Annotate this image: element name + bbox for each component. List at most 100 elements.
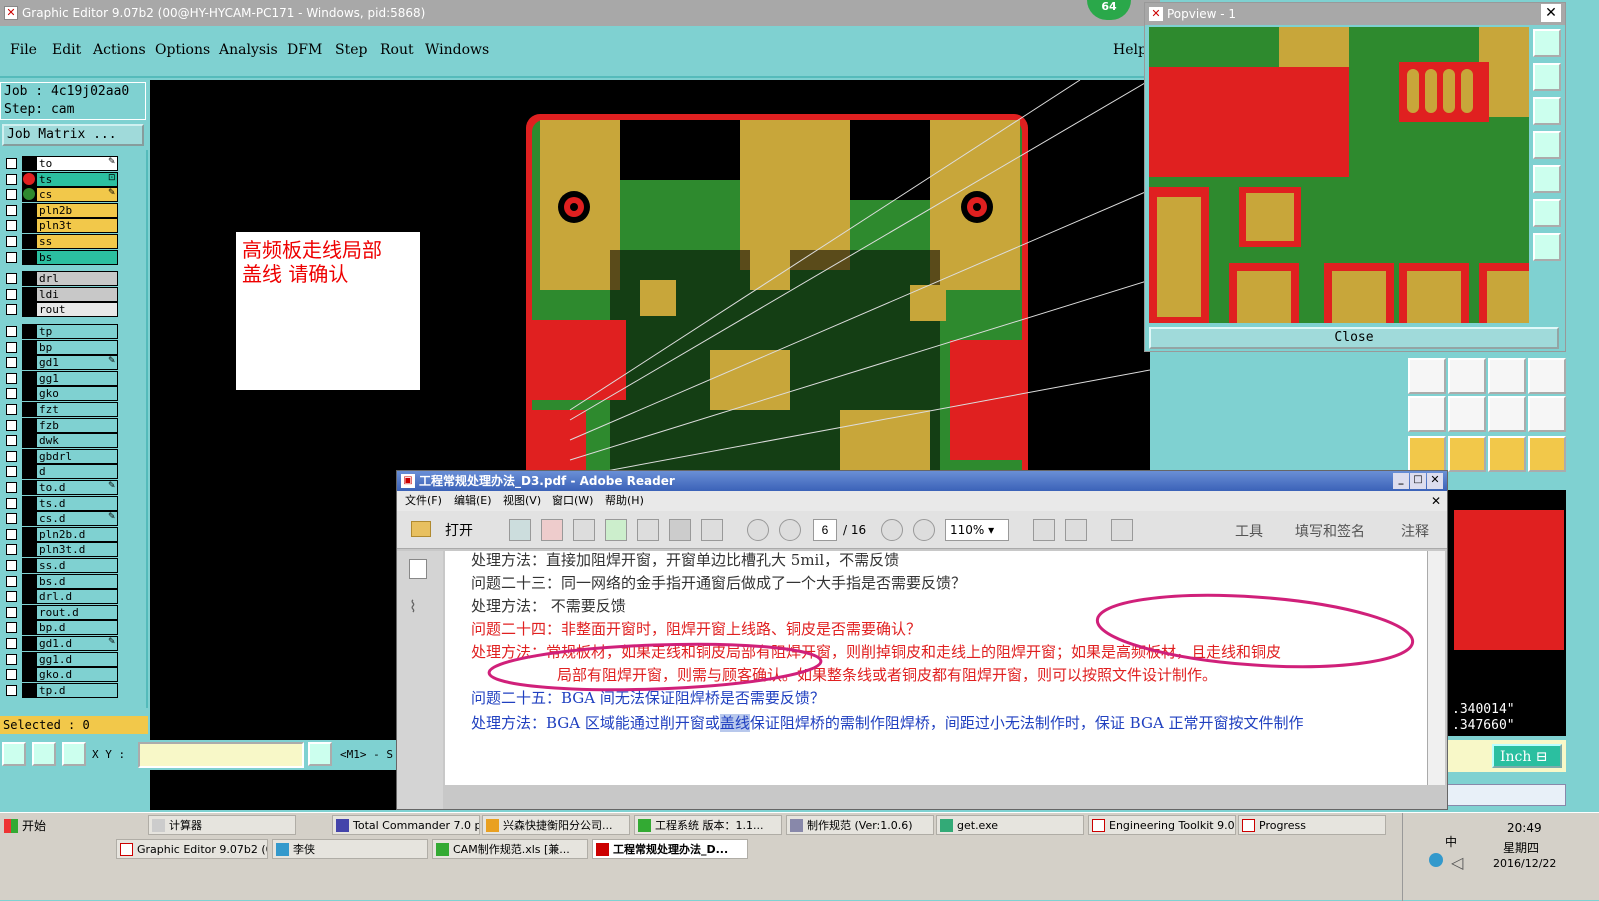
layer-checkbox[interactable] [6,273,17,285]
copy-tool-button[interactable] [1528,358,1566,394]
create-icon[interactable] [509,519,531,541]
menu-file[interactable]: File [10,42,37,58]
layer-row-pln2b-d[interactable]: pln2b.d [2,526,118,542]
layer-row-cs-d[interactable]: cs.d ✎ [2,511,118,527]
fullscreen-icon[interactable] [1111,519,1133,541]
layer-checkbox[interactable] [6,606,17,618]
open-button[interactable]: 打开 [445,520,473,540]
popview-tool-6[interactable] [1533,199,1561,227]
layer-row-fzt[interactable]: fzt [2,402,118,417]
layer-checkbox[interactable] [6,638,17,649]
dimension-tool-button[interactable] [1488,358,1526,394]
info-button[interactable] [308,742,332,766]
reader-menu-view[interactable]: 视图(V) [503,491,541,511]
layer-checkbox[interactable] [6,497,17,509]
popview-tool-3[interactable] [1533,97,1561,125]
layer-row-gg1-d[interactable]: gg1.d [2,651,118,667]
menu-windows[interactable]: Windows [425,42,489,58]
layer-row-bp-d[interactable]: bp.d [2,620,118,636]
page-number-input[interactable] [813,519,837,541]
fill-sign-button[interactable]: 填写和签名 [1295,521,1365,541]
menu-dfm[interactable]: DFM [287,42,322,58]
triangle-tool-2[interactable] [1448,396,1486,432]
popview-tool-5[interactable] [1533,165,1561,193]
triangle-tool-1[interactable] [1408,396,1446,432]
shape-tool-button[interactable] [1408,358,1446,394]
network-icon[interactable] [1429,853,1443,867]
layer-row-gd1-d[interactable]: gd1.d ✎ [2,636,118,651]
layer-checkbox[interactable] [6,622,17,634]
layer-row-pln3t[interactable]: pln3t [2,218,118,234]
popview-canvas[interactable] [1149,27,1529,323]
layer-row-gg1[interactable]: gg1 [2,370,118,386]
maximize-icon[interactable]: □ [1410,473,1426,489]
layer-checkbox[interactable] [6,684,17,696]
quicklaunch-icon[interactable] [120,815,142,835]
menu-rout[interactable]: Rout [380,42,414,58]
job-matrix-button[interactable]: Job Matrix ... [2,124,144,146]
menu-actions[interactable]: Actions [93,42,146,58]
task-total-commander[interactable]: Total Commander 7.0 p... [332,815,480,835]
fit-width-icon[interactable] [1065,519,1087,541]
zoom-in-icon[interactable] [913,519,935,541]
layer-row-ts-d[interactable]: ts.d [2,495,118,511]
popview-tool-4[interactable] [1533,131,1561,159]
layer-checkbox[interactable] [6,304,17,316]
layer-row-tp-d[interactable]: tp.d [2,682,118,698]
layer-row-drl-d[interactable]: drl.d [2,589,118,605]
ie-icon[interactable] [304,815,326,835]
layer-checkbox[interactable] [6,653,17,665]
layer-checkbox[interactable] [6,544,17,556]
layer-checkbox[interactable] [6,372,17,384]
layer-checkbox[interactable] [6,513,17,525]
menu-edit[interactable]: Edit [52,42,81,58]
layer-checkbox[interactable] [6,204,17,216]
units-button[interactable]: Inch ⊟ [1492,744,1562,768]
zoom-out-icon[interactable] [881,519,903,541]
email-icon[interactable] [701,519,723,541]
layer-row-bs-d[interactable]: bs.d [2,573,118,589]
layer-row-cs[interactable]: cs ✎ [2,187,118,203]
layer-row-tp[interactable]: tp [2,324,118,339]
layer-checkbox[interactable] [6,251,17,263]
task-engineering-toolkit[interactable]: Engineering Toolkit 9.0... [1088,815,1236,835]
layer-checkbox[interactable] [6,466,17,478]
select-tool-3[interactable] [1488,436,1526,472]
layer-checkbox[interactable] [6,482,17,493]
layer-row-fzb[interactable]: fzb [2,417,118,433]
popview-tool-2[interactable] [1533,63,1561,91]
task-progress[interactable]: Progress [1238,815,1386,835]
xy-input[interactable] [138,742,304,768]
layer-row-d[interactable]: d [2,464,118,480]
layer-row-ss[interactable]: ss [2,234,118,249]
popview-tool-7[interactable] [1533,233,1561,261]
select-tool-1[interactable] [1408,436,1446,472]
popview-close-icon[interactable]: ✕ [1541,4,1561,22]
start-button[interactable]: 开始 [2,815,62,837]
layer-row-bp[interactable]: bp [2,339,118,355]
layer-row-gko[interactable]: gko [2,386,118,402]
layer-checkbox[interactable] [6,388,17,400]
task-engineering-system[interactable]: 工程系统 版本：1.1... [634,815,782,835]
layer-row-drl[interactable]: drl [2,271,118,287]
grid-tool-button[interactable] [62,742,86,766]
page-up-icon[interactable] [747,519,769,541]
triangle-tool-4[interactable] [1528,396,1566,432]
task-calculator[interactable]: 计算器 [148,815,296,835]
ime-indicator[interactable]: 中 [1445,833,1457,850]
layer-checkbox[interactable] [6,450,17,462]
menu-analysis[interactable]: Analysis [219,42,278,58]
layer-checkbox[interactable] [6,288,17,300]
apps-icon[interactable] [66,839,88,859]
upload-icon[interactable] [605,519,627,541]
layer-row-ts[interactable]: ts ⊡ [2,171,118,187]
layer-row-rout[interactable]: rout [2,302,118,318]
line-tool-button[interactable] [1448,358,1486,394]
layer-checkbox[interactable] [6,326,17,337]
layer-row-rout-d[interactable]: rout.d [2,604,118,620]
menu-help[interactable]: Help [1113,42,1147,58]
layer-checkbox[interactable] [6,560,17,571]
task-xingsen[interactable]: 兴森快捷衡阳分公司... [482,815,630,835]
close-icon[interactable]: ✕ [1427,473,1443,489]
layer-row-ss-d[interactable]: ss.d [2,558,118,573]
